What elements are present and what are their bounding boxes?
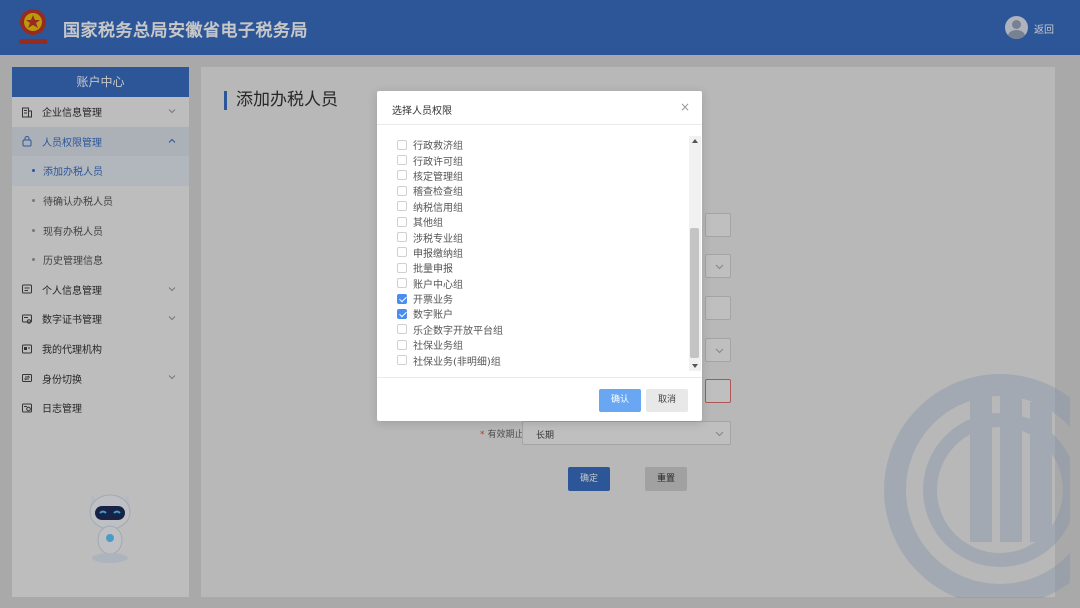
scroll-up-arrow-icon[interactable] <box>692 139 698 143</box>
checkbox[interactable] <box>397 339 407 350</box>
option-label: 核定管理组 <box>413 171 463 183</box>
checkbox[interactable] <box>397 139 407 150</box>
option-label: 社保业务组 <box>413 341 463 353</box>
checkbox[interactable] <box>397 247 407 258</box>
option-label: 涉税专业组 <box>413 233 463 245</box>
option-label: 申报缴纳组 <box>413 248 463 260</box>
permission-option[interactable]: 批量申报 <box>397 260 677 275</box>
permission-option[interactable]: 稽查检查组 <box>397 183 677 198</box>
checkbox-checked[interactable] <box>397 308 407 319</box>
permission-option[interactable]: 纳税信用组 <box>397 199 677 214</box>
option-label: 行政许可组 <box>413 156 463 168</box>
option-label: 其他组 <box>413 218 443 230</box>
permission-option[interactable]: 核定管理组 <box>397 168 677 183</box>
checkbox[interactable] <box>397 355 407 366</box>
option-label: 行政救济组 <box>413 141 463 153</box>
permission-option[interactable]: 社保业务(非明细)组 <box>397 352 677 368</box>
checkbox-checked[interactable] <box>397 293 407 304</box>
checkbox[interactable] <box>397 262 407 273</box>
permission-option[interactable]: 行政救济组 <box>397 137 677 152</box>
checkbox[interactable] <box>397 155 407 166</box>
checkbox[interactable] <box>397 201 407 212</box>
modal-title: 选择人员权限 <box>392 106 452 117</box>
permission-option[interactable]: 其他组 <box>397 214 677 229</box>
modal-cancel-button[interactable]: 取消 <box>646 389 688 412</box>
close-icon[interactable]: × <box>680 100 690 114</box>
permission-option[interactable]: 数字账户 <box>397 306 677 321</box>
permission-modal: 选择人员权限 × 行政救济组 行政许可组 核定管理组 稽查检查组 纳税信用组 其… <box>377 91 702 421</box>
checkbox[interactable] <box>397 185 407 196</box>
option-label: 数字账户 <box>413 310 453 322</box>
permission-option[interactable]: 行政许可组 <box>397 152 677 168</box>
permission-option[interactable]: 账户中心组 <box>397 276 677 291</box>
modal-confirm-button[interactable]: 确认 <box>599 389 641 412</box>
option-label: 账户中心组 <box>413 279 463 291</box>
checkbox[interactable] <box>397 170 407 181</box>
scroll-down-arrow-icon[interactable] <box>692 364 698 368</box>
permission-option[interactable]: 申报缴纳组 <box>397 245 677 260</box>
checkbox[interactable] <box>397 216 407 227</box>
permission-option[interactable]: 乐企数字开放平台组 <box>397 322 677 337</box>
permission-list-scrollbar[interactable] <box>689 136 701 371</box>
permission-option[interactable]: 开票业务 <box>397 291 677 306</box>
checkbox[interactable] <box>397 232 407 243</box>
permission-option[interactable]: 社保业务组 <box>397 337 677 352</box>
option-label: 稽查检查组 <box>413 187 463 199</box>
checkbox[interactable] <box>397 278 407 289</box>
checkbox[interactable] <box>397 324 407 335</box>
option-label: 纳税信用组 <box>413 202 463 214</box>
modal-divider <box>377 124 702 125</box>
option-label: 乐企数字开放平台组 <box>413 325 503 337</box>
option-label: 开票业务 <box>413 295 453 307</box>
option-label: 批量申报 <box>413 264 453 276</box>
scrollbar-thumb[interactable] <box>690 228 699 358</box>
option-label: 社保业务(非明细)组 <box>413 356 501 368</box>
permission-list: 行政救济组 行政许可组 核定管理组 稽查检查组 纳税信用组 其他组 涉税专业组 … <box>397 137 677 368</box>
permission-option[interactable]: 涉税专业组 <box>397 229 677 245</box>
modal-footer-divider <box>377 377 702 378</box>
